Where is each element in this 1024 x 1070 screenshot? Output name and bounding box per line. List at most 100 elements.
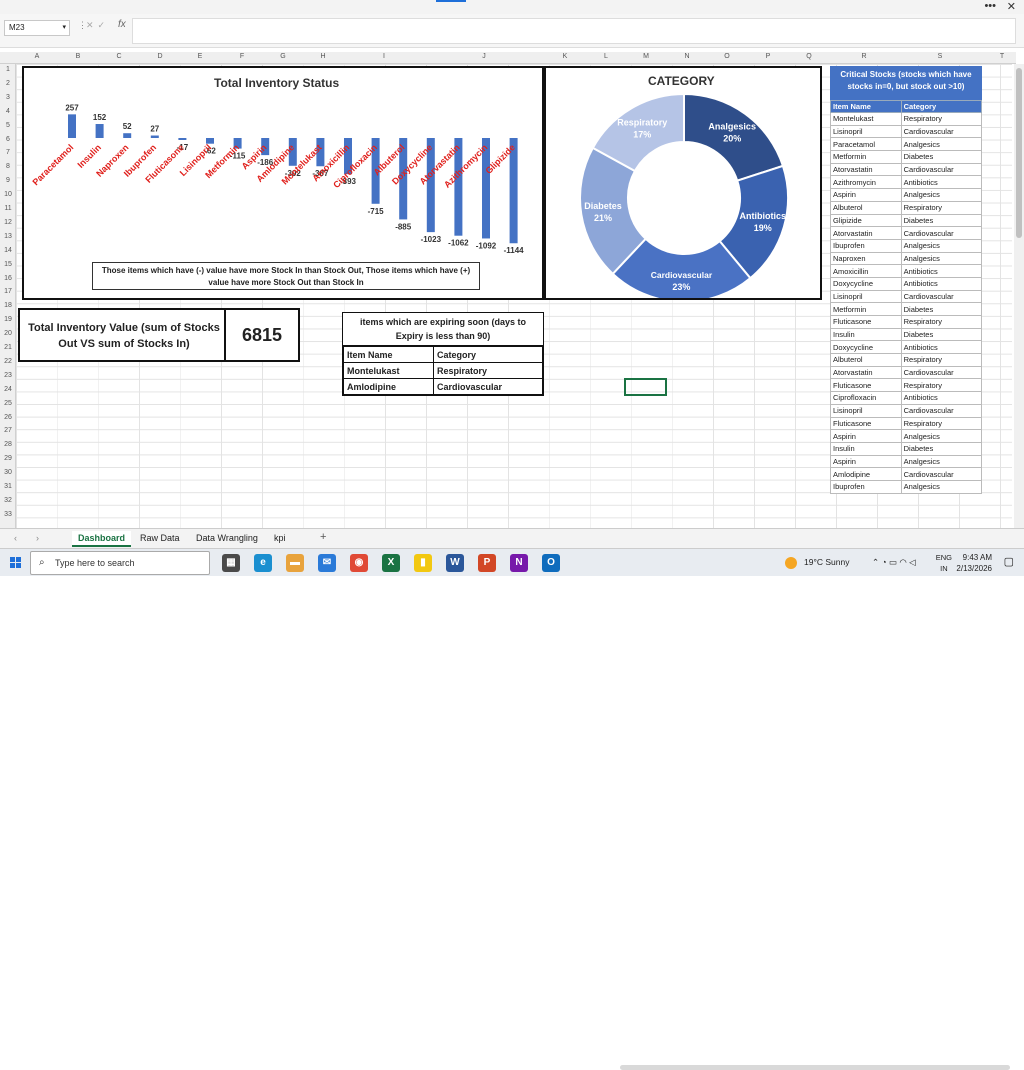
column-header-p[interactable]: P [758, 53, 778, 60]
tab-data-wrangling[interactable]: Data Wrangling [190, 531, 264, 545]
column-header[interactable]: Item Name [830, 100, 902, 113]
row-header[interactable]: 8 [0, 163, 16, 170]
table-cell[interactable]: Amlodipine [830, 467, 902, 481]
column-header-t[interactable]: T [992, 53, 1012, 60]
column-header-q[interactable]: Q [799, 53, 819, 60]
bar-ibuprofen[interactable] [150, 135, 159, 138]
table-cell[interactable]: Doxycycline [830, 276, 902, 291]
row-header[interactable]: 13 [0, 233, 16, 240]
powerpoint-icon[interactable]: P [478, 554, 496, 572]
row-header[interactable]: 16 [0, 275, 16, 282]
word-icon[interactable]: W [446, 554, 464, 572]
scrollbar-thumb[interactable] [1016, 68, 1022, 238]
table-cell[interactable]: Glipizide [830, 213, 902, 228]
excel-icon[interactable]: X [382, 554, 400, 572]
row-header[interactable]: 22 [0, 358, 16, 365]
table-cell[interactable]: Analgesics [900, 137, 983, 152]
row-header[interactable]: 11 [0, 205, 16, 212]
formula-input[interactable] [132, 18, 1016, 44]
bar-naproxen[interactable] [123, 133, 132, 138]
row-header[interactable]: 2 [0, 80, 16, 87]
table-cell[interactable]: Naproxen [830, 251, 902, 266]
bar-insulin[interactable] [95, 124, 104, 138]
table-cell[interactable]: Aspirin [830, 429, 902, 443]
row-header[interactable]: 32 [0, 497, 16, 504]
table-cell[interactable]: Fluticasone [830, 315, 902, 329]
table-cell[interactable]: Fluticasone [830, 378, 902, 393]
column-header-i[interactable]: I [374, 53, 394, 60]
table-cell[interactable]: Cardiovascular [900, 467, 983, 481]
row-header[interactable]: 3 [0, 94, 16, 101]
table-cell[interactable]: Respiratory [433, 362, 543, 379]
more-options-icon[interactable]: ••• [984, 0, 996, 12]
table-cell[interactable]: Analgesics [900, 251, 983, 266]
mail-icon[interactable]: ✉ [318, 554, 336, 572]
table-cell[interactable]: Respiratory [900, 200, 983, 215]
table-cell[interactable]: Amlodipine [342, 378, 435, 395]
row-header[interactable]: 31 [0, 483, 16, 490]
table-cell[interactable]: Diabetes [900, 302, 983, 316]
row-header[interactable]: 23 [0, 372, 16, 379]
weather-text[interactable]: 19°C Sunny [804, 557, 849, 567]
column-header[interactable]: Category [900, 100, 983, 113]
chevron-down-icon[interactable]: ▾ [62, 23, 66, 31]
outlook-icon[interactable]: O [542, 554, 560, 572]
table-cell[interactable]: Cardiovascular [900, 365, 983, 380]
row-header[interactable]: 25 [0, 400, 16, 407]
tab-dashboard[interactable]: Dashboard [72, 531, 132, 547]
file-explorer-icon[interactable]: ▬ [286, 554, 304, 572]
table-cell[interactable]: Analgesics [900, 188, 983, 202]
inventory-chart[interactable]: Total Inventory Status 257 Paracetamol 152… [22, 66, 544, 300]
row-header[interactable]: 12 [0, 219, 16, 226]
table-cell[interactable]: Montelukast [342, 362, 435, 379]
bar-fluticasone[interactable] [178, 138, 187, 140]
row-header[interactable]: 26 [0, 414, 16, 421]
row-header[interactable]: 21 [0, 344, 16, 351]
column-header-s[interactable]: S [930, 53, 950, 60]
table-cell[interactable]: Diabetes [900, 441, 983, 456]
vertical-scrollbar[interactable] [1014, 64, 1024, 528]
table-cell[interactable]: Ciprofloxacin [830, 391, 902, 405]
column-header-j[interactable]: J [474, 53, 494, 60]
table-cell[interactable]: Fluticasone [830, 416, 902, 431]
bar-paracetamol[interactable] [68, 114, 76, 138]
tray-icons[interactable]: ⌃ ◔ ▭ ◠ ◁ [872, 557, 916, 568]
tab-kpi[interactable]: kpi [268, 531, 292, 545]
table-cell[interactable]: Cardiovascular [900, 124, 983, 139]
table-cell[interactable]: Analgesics [900, 238, 983, 253]
column-header-m[interactable]: M [636, 53, 656, 60]
table-cell[interactable]: Diabetes [900, 213, 983, 228]
table-cell[interactable]: Azithromycin [830, 175, 902, 190]
row-header[interactable]: 4 [0, 108, 16, 115]
fx-icon[interactable]: fx [118, 19, 126, 30]
table-cell[interactable]: Antibiotics [900, 264, 983, 278]
windows-start-icon[interactable] [10, 557, 22, 569]
table-cell[interactable]: Respiratory [900, 315, 983, 329]
row-header[interactable]: 20 [0, 330, 16, 337]
row-header[interactable]: 14 [0, 247, 16, 254]
table-cell[interactable]: Cardiovascular [900, 289, 983, 304]
row-header[interactable]: 29 [0, 455, 16, 462]
task-view-icon[interactable]: ▦ [222, 554, 240, 572]
table-cell[interactable]: Aspirin [830, 188, 902, 202]
column-header-l[interactable]: L [596, 53, 616, 60]
table-cell[interactable]: Metformin [830, 150, 902, 164]
table-cell[interactable]: Analgesics [900, 454, 983, 469]
table-cell[interactable]: Montelukast [830, 112, 902, 126]
table-cell[interactable]: Ibuprofen [830, 238, 902, 253]
table-cell[interactable]: Insulin [830, 327, 902, 342]
table-cell[interactable]: Cardiovascular [900, 226, 983, 240]
table-cell[interactable]: Cardiovascular [433, 378, 543, 395]
table-cell[interactable]: Albuterol [830, 200, 902, 215]
table-cell[interactable]: Cardiovascular [900, 162, 983, 177]
table-cell[interactable]: Respiratory [900, 378, 983, 393]
chevron-right-icon[interactable]: › [36, 533, 39, 543]
table-cell[interactable]: Cardiovascular [900, 403, 983, 418]
edge-icon[interactable]: e [254, 554, 272, 572]
column-header-f[interactable]: F [232, 53, 252, 60]
row-header[interactable]: 27 [0, 427, 16, 434]
column-header[interactable]: Item Name [342, 346, 435, 363]
column-header-d[interactable]: D [150, 53, 170, 60]
table-cell[interactable]: Doxycycline [830, 340, 902, 355]
row-header[interactable]: 33 [0, 511, 16, 518]
